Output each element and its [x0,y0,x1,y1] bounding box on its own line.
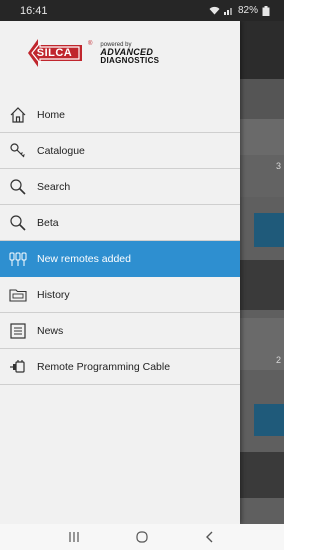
system-navigation-bar [0,524,284,550]
menu-item-label: Catalogue [37,144,85,157]
navigation-drawer: SILCA ® powered by ADVANCED DIAGNOSTICS … [0,21,240,524]
menu-item-label: Remote Programming Cable [37,360,171,373]
cable-icon [8,357,28,377]
menu-item-label: History [37,288,70,301]
menu-item-news[interactable]: News [0,313,240,349]
menu-item-label: New remotes added [37,252,131,265]
menu-item-search[interactable]: Search [0,169,240,205]
drawer-menu: Home Catalogue Search Beta New remotes a… [0,97,240,385]
menu-item-history[interactable]: History [0,277,240,313]
bg-button [254,213,284,247]
bg-row [240,452,284,498]
status-time: 16:41 [20,4,48,17]
back-icon[interactable] [195,527,225,547]
key-icon [8,141,28,161]
signal-icon [223,6,234,15]
menu-item-home[interactable]: Home [0,97,240,133]
menu-item-beta[interactable]: Beta [0,205,240,241]
menu-item-label: News [37,324,64,337]
drawer-header: SILCA ® powered by ADVANCED DIAGNOSTICS [0,21,240,97]
menu-item-new-remotes[interactable]: New remotes added [0,241,240,277]
home-icon [8,105,28,125]
bg-row [240,119,284,155]
brand-name: SILCA [36,47,73,59]
menu-item-remote-programming-cable[interactable]: Remote Programming Cable [0,349,240,385]
wifi-icon [209,6,220,15]
battery-percent: 82% [237,5,258,16]
bg-row [240,260,284,310]
partner-diagnostics: DIAGNOSTICS [100,55,160,65]
bg-peek-text: 2 [276,355,282,365]
search-icon [8,177,28,197]
bg-peek-text: 3 [276,161,282,171]
remotes-icon [8,249,28,269]
history-icon [8,285,28,305]
bg-row [240,79,284,119]
menu-item-catalogue[interactable]: Catalogue [0,133,240,169]
bg-button [254,404,284,436]
partner-logo: powered by ADVANCED DIAGNOSTICS [100,42,159,65]
battery-icon [262,5,270,16]
bg-header-bar [240,21,284,79]
menu-item-label: Beta [37,216,59,229]
brand-logo: SILCA ® powered by ADVANCED DIAGNOSTICS [22,37,159,69]
silca-logo: SILCA [22,37,87,69]
registered-mark: ® [88,41,93,47]
recents-icon[interactable] [59,527,89,547]
home-circle-icon[interactable] [127,527,157,547]
status-bar: 16:41 82% [0,0,284,21]
news-icon [8,321,28,341]
menu-item-label: Search [37,180,71,193]
search-icon [8,213,28,233]
menu-item-label: Home [37,108,66,121]
status-icons: 82% [209,5,270,16]
